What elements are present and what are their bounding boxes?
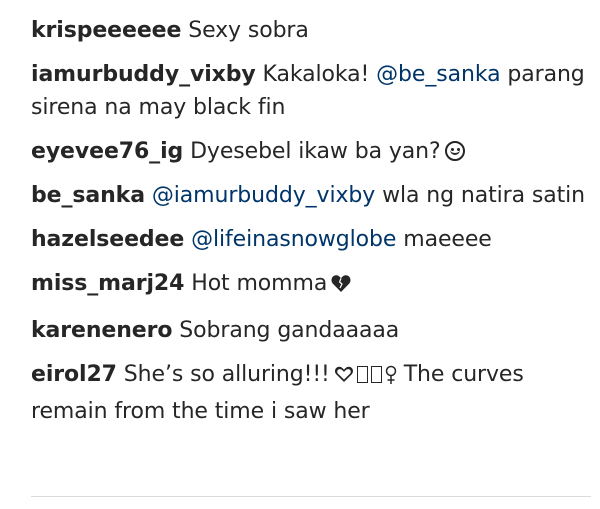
comment-mention[interactable]: @lifeinasnowglobe: [191, 227, 396, 252]
comment-item: miss_marj24 Hot momma: [31, 267, 591, 303]
black-heart-icon: [331, 270, 351, 303]
comment-username[interactable]: miss_marj24: [31, 271, 184, 296]
missing-glyph-icon: [356, 366, 368, 383]
comment-text: Kakaloka!: [262, 62, 370, 87]
comment-text: Sexy sobra: [188, 18, 309, 43]
comment-text: maeeee: [403, 227, 492, 252]
comment-item: karenenero Sobrang gandaaaaa: [31, 314, 591, 347]
comment-text: Sobrang gandaaaaa: [179, 318, 400, 343]
divider: [31, 496, 591, 497]
comment-username[interactable]: be_sanka: [31, 183, 145, 208]
comment-item: hazelseedee @lifeinasnowglobe maeeee: [31, 223, 591, 256]
comment-text: wla ng natira satin: [382, 183, 585, 208]
comment-username[interactable]: hazelseedee: [31, 227, 184, 252]
comment-item: krispeeeeee Sexy sobra: [31, 14, 591, 47]
smiley-icon: [444, 141, 465, 161]
missing-glyph-icon: [370, 366, 382, 383]
comment-item: eirol27 She’s so alluring!!! The curves …: [31, 358, 591, 428]
comment-item: be_sanka @iamurbuddy_vixby wla ng natira…: [31, 179, 591, 212]
comment-item: eyevee76_ig Dyesebel ikaw ba yan?: [31, 135, 591, 168]
comment-username[interactable]: eyevee76_ig: [31, 139, 183, 164]
comment-username[interactable]: krispeeeeee: [31, 18, 181, 43]
comment-mention[interactable]: @be_sanka: [376, 62, 500, 87]
comment-username[interactable]: eirol27: [31, 362, 117, 387]
comment-text: Dyesebel ikaw ba yan?: [190, 139, 441, 164]
comment-username[interactable]: iamurbuddy_vixby: [31, 62, 256, 87]
comment-text: She’s so alluring!!!: [123, 362, 330, 387]
comment-text: Hot momma: [191, 271, 328, 296]
comment-item: iamurbuddy_vixby Kakaloka! @be_sanka par…: [31, 58, 591, 124]
comment-mention[interactable]: @iamurbuddy_vixby: [152, 183, 375, 208]
comment-username[interactable]: karenenero: [31, 318, 172, 343]
comment-list: krispeeeeee Sexy sobra iamurbuddy_vixby …: [31, 14, 591, 439]
heart-outline-icon: [334, 361, 354, 394]
female-sign-icon: [385, 362, 397, 395]
